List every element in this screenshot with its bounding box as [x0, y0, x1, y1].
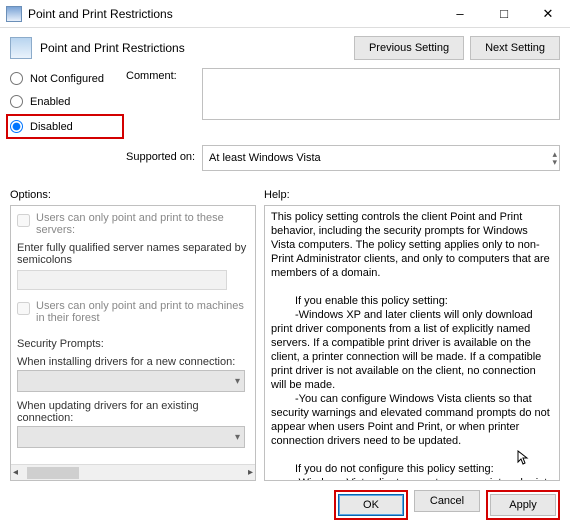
- option-update-label: When updating drivers for an existing co…: [17, 400, 249, 424]
- help-label: Help:: [264, 189, 560, 201]
- header: Point and Print Restrictions Previous Se…: [0, 28, 570, 64]
- apply-button[interactable]: Apply: [490, 494, 556, 516]
- radio-enabled[interactable]: Enabled: [10, 95, 120, 108]
- radio-not-configured-input[interactable]: [10, 72, 23, 85]
- option-forest-label: Users can only point and print to machin…: [36, 300, 249, 324]
- radio-enabled-label: Enabled: [30, 96, 70, 108]
- previous-setting-button[interactable]: Previous Setting: [354, 36, 464, 60]
- help-enable-heading: If you enable this policy setting:: [271, 294, 553, 308]
- policy-icon: [10, 37, 32, 59]
- comment-label: Comment:: [126, 68, 196, 82]
- radio-not-configured-label: Not Configured: [30, 73, 104, 85]
- radio-disabled[interactable]: Disabled: [10, 120, 118, 133]
- minimize-button[interactable]: –: [438, 0, 482, 28]
- options-label: Options:: [10, 189, 256, 201]
- option-servers-label: Users can only point and print to these …: [36, 212, 249, 236]
- radio-not-configured[interactable]: Not Configured: [10, 72, 120, 85]
- help-noconfig-bullet-1: -Windows Vista client computers can poin…: [271, 476, 553, 481]
- help-enable-bullet-2: -You can configure Windows Vista clients…: [271, 392, 553, 448]
- option-forest-checkbox-row[interactable]: Users can only point and print to machin…: [17, 300, 249, 324]
- dialog-footer: OK Cancel Apply: [0, 482, 570, 528]
- supported-on-scroll[interactable]: ▴ ▾: [552, 150, 557, 166]
- scroll-thumb[interactable]: [27, 467, 79, 479]
- chevron-down-icon: ▾: [235, 432, 240, 443]
- options-horizontal-scrollbar[interactable]: ◂ ▸: [11, 464, 255, 480]
- option-servers-hint: Enter fully qualified server names separ…: [17, 242, 249, 266]
- policy-title: Point and Print Restrictions: [40, 41, 185, 55]
- help-paragraph: This policy setting controls the client …: [271, 210, 553, 280]
- next-setting-button[interactable]: Next Setting: [470, 36, 560, 60]
- state-radio-group: Not Configured Enabled Disabled: [10, 68, 120, 135]
- window-title: Point and Print Restrictions: [28, 7, 173, 21]
- ok-highlight: OK: [334, 490, 408, 520]
- help-enable-bullet-1: -Windows XP and later clients will only …: [271, 308, 553, 392]
- cancel-button[interactable]: Cancel: [414, 490, 480, 512]
- chevron-down-icon: ▾: [235, 376, 240, 387]
- option-servers-input[interactable]: [17, 270, 227, 290]
- close-button[interactable]: ✕: [526, 0, 570, 28]
- supported-on-field: At least Windows Vista ▴ ▾: [202, 145, 560, 171]
- app-icon: [6, 6, 22, 22]
- options-panel: Users can only point and print to these …: [10, 205, 256, 481]
- ok-button[interactable]: OK: [338, 494, 404, 516]
- apply-highlight: Apply: [486, 490, 560, 520]
- option-install-select[interactable]: ▾: [17, 370, 245, 392]
- radio-disabled-input[interactable]: [10, 120, 23, 133]
- title-bar: Point and Print Restrictions – □ ✕: [0, 0, 570, 28]
- scroll-left-icon: ◂: [13, 467, 18, 478]
- maximize-button[interactable]: □: [482, 0, 526, 28]
- security-prompts-heading: Security Prompts:: [17, 338, 249, 350]
- comment-input[interactable]: [202, 68, 560, 120]
- option-forest-checkbox[interactable]: [17, 302, 30, 315]
- supported-on-label: Supported on:: [126, 149, 196, 163]
- scroll-right-icon: ▸: [248, 467, 253, 478]
- option-update-select[interactable]: ▾: [17, 426, 245, 448]
- option-servers-checkbox-row[interactable]: Users can only point and print to these …: [17, 212, 249, 236]
- help-panel[interactable]: This policy setting controls the client …: [264, 205, 560, 481]
- disabled-highlight: Disabled: [6, 114, 124, 139]
- radio-enabled-input[interactable]: [10, 95, 23, 108]
- chevron-down-icon: ▾: [552, 158, 557, 166]
- supported-on-text: At least Windows Vista: [209, 152, 321, 164]
- option-install-label: When installing drivers for a new connec…: [17, 356, 249, 368]
- help-noconfig-heading: If you do not configure this policy sett…: [271, 462, 553, 476]
- radio-disabled-label: Disabled: [30, 121, 73, 133]
- option-servers-checkbox[interactable]: [17, 214, 30, 227]
